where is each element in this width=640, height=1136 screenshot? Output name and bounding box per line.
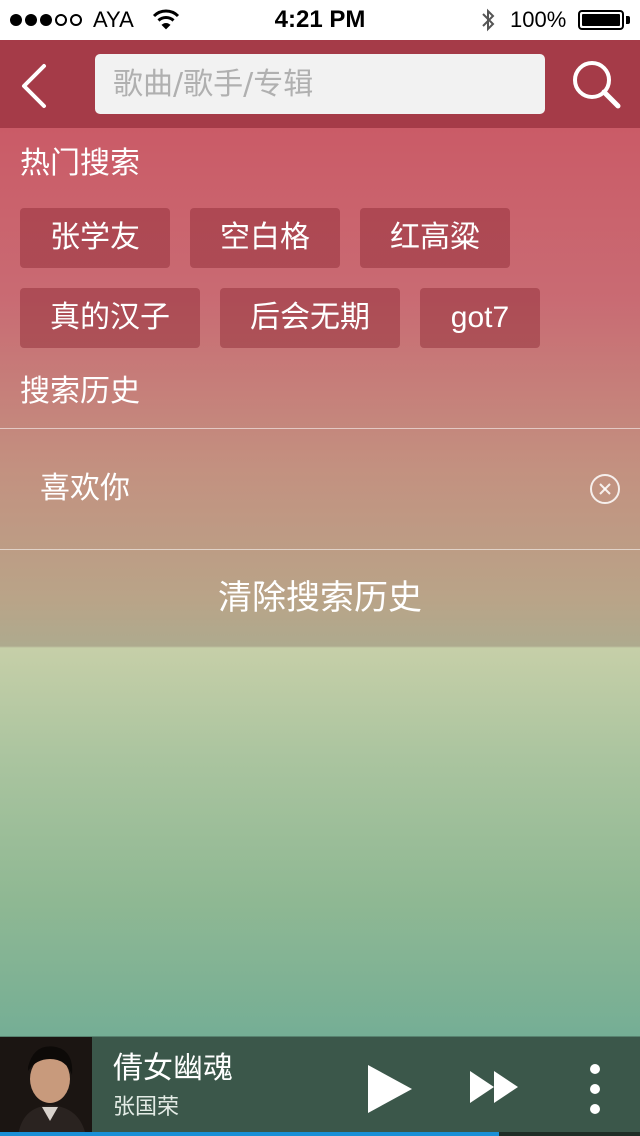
magnifier-icon (573, 61, 621, 109)
mini-player[interactable]: 倩女幽魂 张国荣 (0, 1037, 640, 1136)
search-input[interactable] (95, 54, 545, 114)
history-item[interactable]: 喜欢你 (0, 429, 640, 549)
song-title: 倩女幽魂 (113, 1051, 233, 1086)
back-button[interactable] (10, 54, 70, 114)
hot-tag[interactable]: 红高粱 (360, 208, 510, 268)
chevron-left-icon (22, 64, 46, 108)
clear-history-button[interactable]: 清除搜索历史 (0, 550, 640, 647)
history-title: 搜索历史 (20, 374, 140, 409)
circle-x-icon (590, 474, 620, 504)
play-button[interactable] (362, 1061, 416, 1117)
hot-tag[interactable]: got7 (420, 288, 540, 348)
hot-tag[interactable]: 张学友 (20, 208, 170, 268)
battery-icon (578, 10, 624, 30)
song-artist: 张国荣 (113, 1095, 180, 1120)
playback-progress[interactable] (0, 1132, 640, 1136)
hot-search-title: 热门搜索 (20, 146, 140, 181)
status-bar: AYA 4:21 PM 100% (0, 0, 640, 40)
play-icon (368, 1065, 412, 1113)
hot-tag[interactable]: 真的汉子 (20, 288, 200, 348)
battery-tip (626, 16, 630, 24)
next-button[interactable] (468, 1067, 522, 1107)
vertical-dots-icon (590, 1064, 600, 1114)
history-item-label: 喜欢你 (40, 471, 130, 506)
hot-tag[interactable]: 后会无期 (220, 288, 400, 348)
album-cover[interactable] (0, 1037, 92, 1136)
playback-progress-fill (0, 1132, 500, 1136)
hot-tag[interactable]: 空白格 (190, 208, 340, 268)
search-header (0, 40, 640, 128)
delete-history-button[interactable] (588, 472, 622, 506)
fast-forward-icon (470, 1071, 518, 1103)
more-button[interactable] (580, 1061, 610, 1117)
bluetooth-icon (482, 8, 495, 32)
battery-percent: 100% (510, 7, 567, 32)
search-button[interactable] (568, 56, 624, 112)
